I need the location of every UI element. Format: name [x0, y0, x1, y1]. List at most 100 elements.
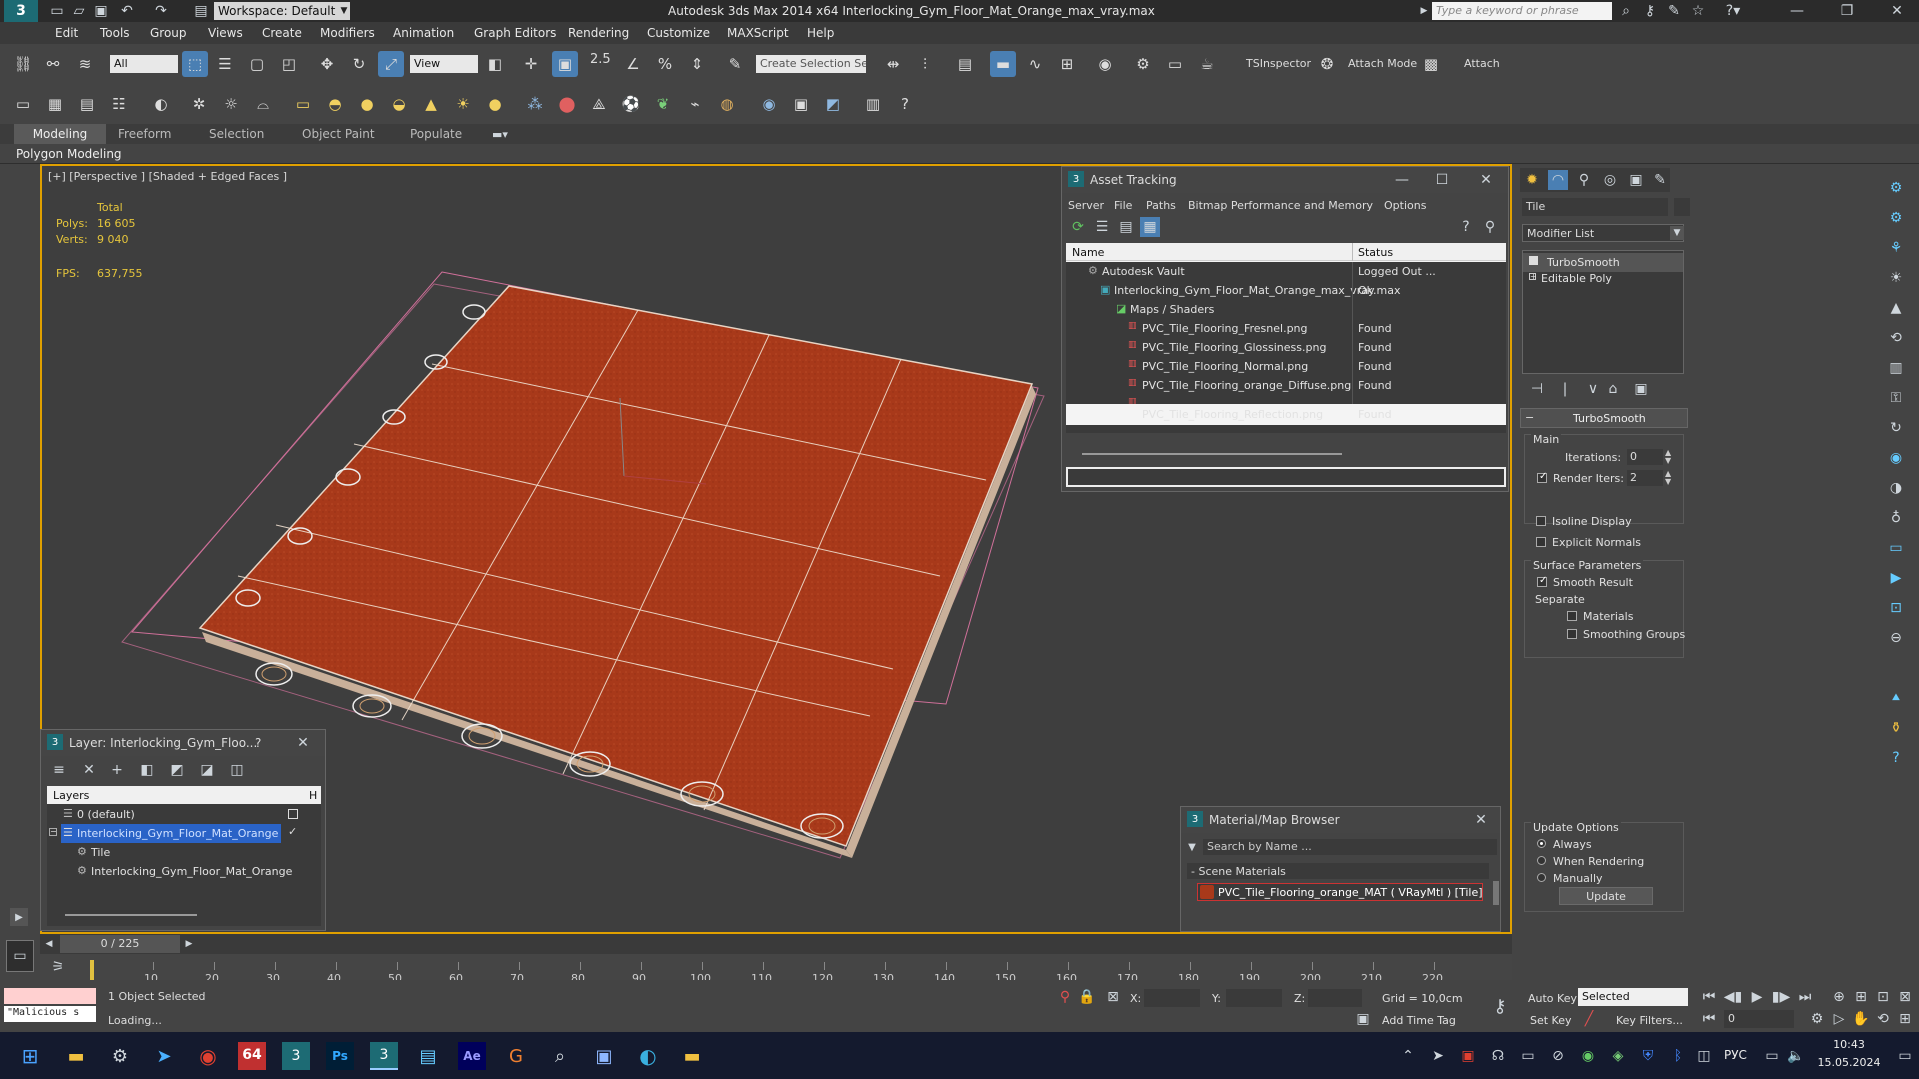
layers-header[interactable]: Layers: [53, 789, 89, 802]
vray-material-icon[interactable]: ◉: [756, 91, 782, 117]
smooth-result-checkbox[interactable]: ✓: [1537, 575, 1547, 587]
layer-row[interactable]: ⚙ Tile: [47, 843, 321, 862]
clock-time[interactable]: 10:43: [1814, 1038, 1884, 1051]
asset-scrollbar[interactable]: [1082, 453, 1342, 455]
chrome-icon[interactable]: ◉: [194, 1042, 222, 1070]
tray-nvidia-icon[interactable]: ◈: [1608, 1044, 1628, 1068]
motion-tab-icon[interactable]: ◎: [1600, 170, 1620, 190]
vfb-icon[interactable]: ▣: [788, 91, 814, 117]
iterations-spinner[interactable]: 0: [1627, 449, 1663, 465]
material-item[interactable]: PVC_Tile_Flooring_orange_MAT ( VRayMtl )…: [1197, 883, 1483, 901]
link-icon[interactable]: ⛓: [10, 51, 36, 77]
close-icon[interactable]: ✕: [1476, 171, 1496, 189]
render-iters-checkbox[interactable]: ✓: [1537, 471, 1547, 483]
rendered-frame-icon[interactable]: ▭: [1162, 51, 1188, 77]
tools-icon[interactable]: ✎: [1664, 2, 1684, 20]
hide-all-icon[interactable]: ◪: [197, 760, 217, 780]
asset-menu-file[interactable]: File: [1114, 199, 1132, 212]
lock-selection-icon[interactable]: 🔒: [1078, 988, 1096, 1006]
select-by-name-icon[interactable]: ☰: [212, 51, 238, 77]
asset-path-field[interactable]: [1066, 467, 1506, 487]
selected-set-dropdown[interactable]: Selected: [1578, 988, 1688, 1006]
tab-object-paint[interactable]: Object Paint: [302, 127, 375, 141]
eye-icon[interactable]: ⊖: [1884, 626, 1908, 650]
refresh-toolbar-icon[interactable]: ⟲: [1884, 326, 1908, 350]
clock-date[interactable]: 15.05.2024: [1814, 1056, 1884, 1069]
configure-sets-icon[interactable]: ▣: [1632, 380, 1650, 398]
star-icon[interactable]: ☆: [1688, 2, 1708, 20]
close-icon[interactable]: ✕: [293, 734, 313, 752]
tray-chevron-icon[interactable]: ⌃: [1398, 1044, 1418, 1068]
3dsmax-active-taskbar-icon[interactable]: 3: [370, 1042, 398, 1070]
app-logo-icon[interactable]: 3: [4, 0, 38, 22]
sun-icon[interactable]: ☀: [450, 91, 476, 117]
render-iters-spinner[interactable]: 2: [1627, 470, 1663, 486]
key-filters-button[interactable]: Key Filters...: [1616, 1014, 1683, 1027]
notifications-icon[interactable]: ▭: [1896, 1044, 1914, 1068]
asset-row[interactable]: ▥ PVC_Tile_Flooring_Glossiness.png Found: [1066, 338, 1506, 357]
object-color-swatch[interactable]: [1674, 198, 1690, 216]
schematic-view-icon[interactable]: ⊞: [1054, 51, 1080, 77]
scene-materials-section[interactable]: - Scene Materials: [1187, 863, 1489, 879]
snap-toggle[interactable]: 2.5: [590, 52, 611, 67]
freeze-all-icon[interactable]: ◫: [227, 760, 247, 780]
asset-menu-options[interactable]: Options: [1384, 199, 1426, 212]
browser-options-icon[interactable]: ▼: [1185, 839, 1199, 855]
zoom-all-icon[interactable]: ⊞: [1852, 988, 1870, 1006]
tray-app-icon[interactable]: ◫: [1694, 1044, 1714, 1068]
asset-menu-paths[interactable]: Paths: [1146, 199, 1176, 212]
after-effects-icon[interactable]: Ae: [458, 1042, 486, 1070]
play-icon[interactable]: ▶: [1748, 988, 1766, 1006]
table-icon[interactable]: ▤: [1116, 217, 1136, 237]
move-icon[interactable]: ✥: [314, 51, 340, 77]
redo-icon[interactable]: ↷: [152, 2, 170, 20]
angle-snap-icon[interactable]: ∠: [620, 51, 646, 77]
unlink-icon[interactable]: ⚯: [40, 51, 66, 77]
sun-toolbar-icon[interactable]: ☀: [1884, 266, 1908, 290]
layer-title-bar[interactable]: 3 Layer: Interlocking_Gym_Floo... ? ✕: [41, 730, 325, 756]
vray-sun-icon[interactable]: ☼: [218, 91, 244, 117]
delete-layer-icon[interactable]: ✕: [79, 760, 99, 780]
make-unique-icon[interactable]: ∨: [1584, 380, 1602, 398]
task-view-icon[interactable]: ⚙: [106, 1042, 134, 1070]
isolate-icon[interactable]: ⚲: [1056, 988, 1074, 1006]
add-to-layer-icon[interactable]: +: [107, 760, 127, 780]
menu-help[interactable]: Help: [807, 26, 834, 40]
go-to-start-icon[interactable]: ⏮: [1700, 988, 1718, 1006]
layer-help[interactable]: ?: [255, 736, 261, 750]
menu-group[interactable]: Group: [150, 26, 187, 40]
folder-icon[interactable]: ▬: [678, 1042, 706, 1070]
telegram-icon[interactable]: ➤: [150, 1042, 178, 1070]
mirror-icon[interactable]: ⇹: [880, 51, 906, 77]
vray-clipper-icon[interactable]: ❦: [650, 91, 676, 117]
edit-named-selection-icon[interactable]: ✎: [722, 51, 748, 77]
maxscript-listener[interactable]: "Malicious s: [4, 1006, 96, 1022]
tab-selection[interactable]: Selection: [209, 127, 264, 141]
material-search-input[interactable]: Search by Name ...: [1203, 839, 1497, 855]
tray-headset-icon[interactable]: ☊: [1488, 1044, 1508, 1068]
add-time-tag[interactable]: Add Time Tag: [1382, 1014, 1456, 1027]
layer-row[interactable]: − ☰ Interlocking_Gym_Floor_Mat_Orange ✓: [47, 824, 321, 843]
layer-scrollbar[interactable]: [65, 914, 197, 916]
menu-create[interactable]: Create: [262, 26, 302, 40]
select-manipulate-icon[interactable]: ✛: [518, 51, 544, 77]
key-mode-toggle-icon[interactable]: ⏮: [1700, 1010, 1718, 1028]
maxscript-listener-top[interactable]: [4, 988, 96, 1004]
lock-toolbar-icon[interactable]: ⚿: [1884, 386, 1908, 410]
when-rendering-radio[interactable]: [1537, 856, 1546, 865]
restore-icon[interactable]: ❐: [1832, 2, 1862, 20]
prev-frame-icon[interactable]: ◀: [42, 936, 56, 952]
bind-space-warp-icon[interactable]: ≋: [72, 51, 98, 77]
tray-security-icon[interactable]: ⛨: [1638, 1044, 1658, 1068]
time-tag-icon[interactable]: ▣: [1356, 1011, 1370, 1027]
spinner-snap-icon[interactable]: ⇕: [684, 51, 710, 77]
asset-row[interactable]: ◪ Maps / Shaders: [1066, 300, 1506, 319]
sphere-light-icon[interactable]: ●: [354, 91, 380, 117]
rotate-icon[interactable]: ↻: [346, 51, 372, 77]
maximize-icon[interactable]: ☐: [1432, 171, 1452, 189]
frame-icon[interactable]: ▶: [1884, 566, 1908, 590]
time-slider-thumb[interactable]: 0 / 225: [60, 935, 180, 953]
turbosmooth-rollout-header[interactable]: − TurboSmooth: [1520, 408, 1688, 428]
mini-listener-icon[interactable]: ▭: [6, 940, 34, 972]
open-explorer-icon[interactable]: ▭: [10, 91, 36, 117]
